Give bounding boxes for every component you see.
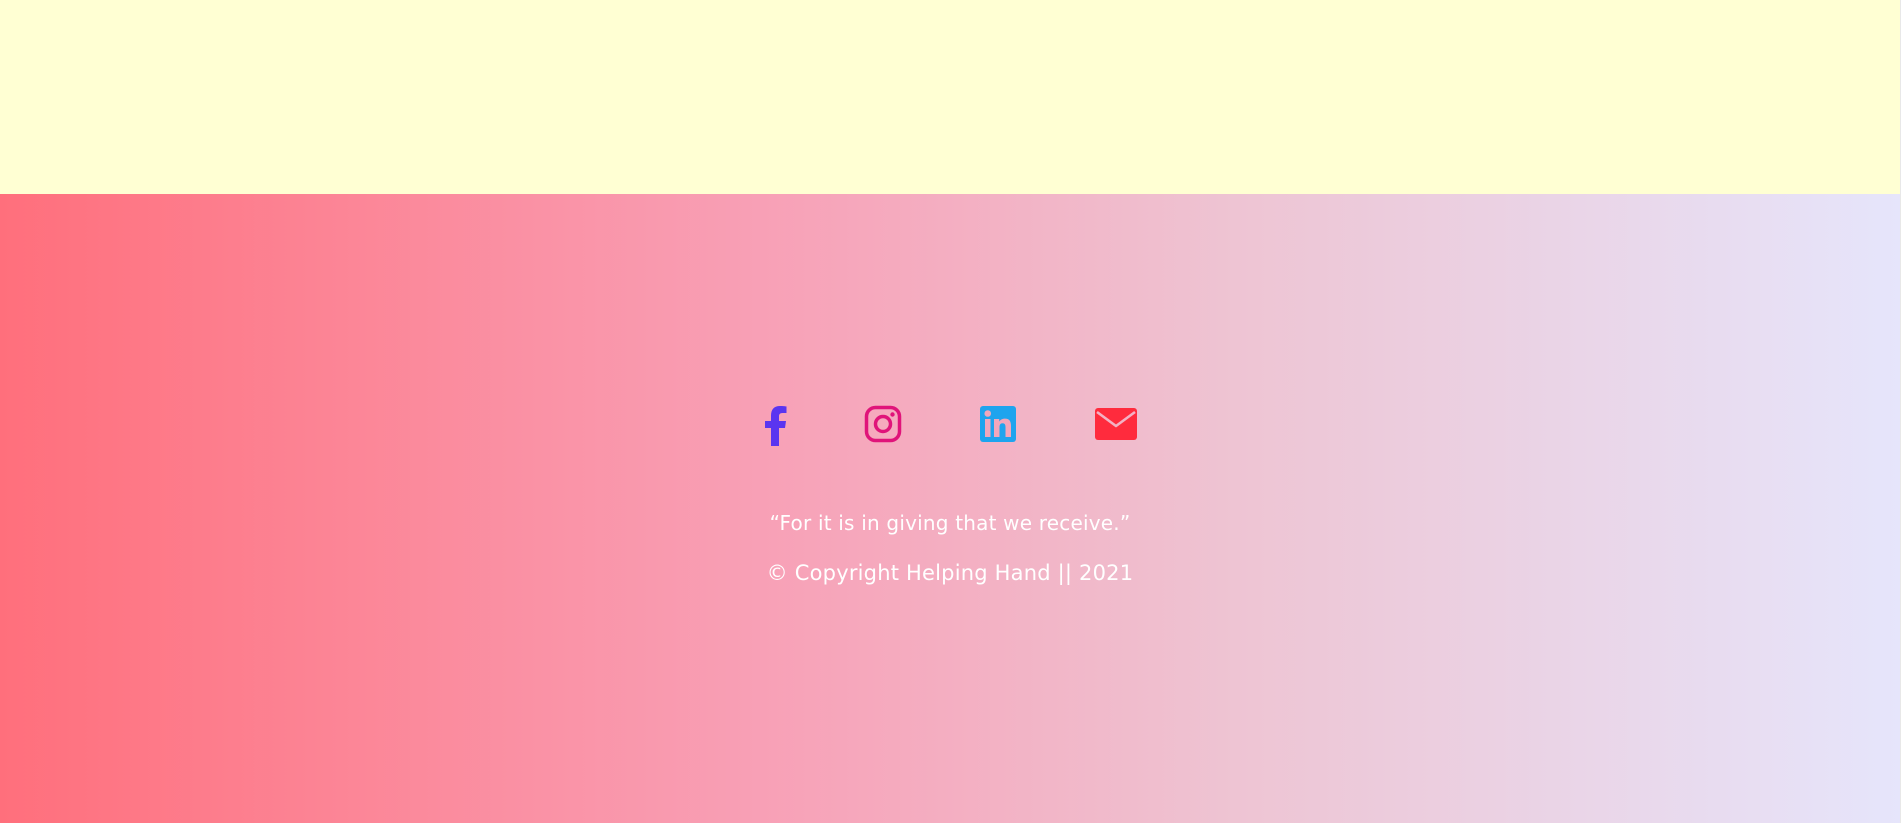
instagram-icon [864, 405, 902, 443]
copyright-text: © Copyright Helping Hand || 2021 [766, 561, 1134, 585]
envelope-icon [1095, 408, 1137, 440]
facebook-icon [760, 402, 788, 446]
footer-quote: “For it is in giving that we receive.” [769, 511, 1131, 535]
facebook-link[interactable] [748, 398, 800, 450]
social-links [0, 398, 1900, 450]
email-link[interactable] [1090, 398, 1142, 450]
site-footer [0, 194, 1900, 823]
linkedin-link[interactable] [972, 398, 1024, 450]
instagram-link[interactable] [857, 398, 909, 450]
top-section [0, 0, 1900, 194]
linkedin-icon [980, 406, 1016, 442]
